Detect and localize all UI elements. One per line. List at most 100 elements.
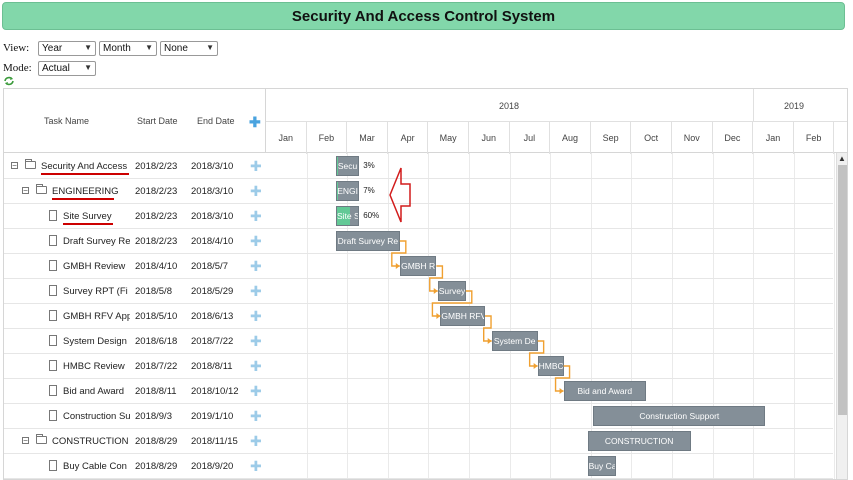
end-date-cell[interactable]: 2018/9/20: [191, 454, 233, 479]
task-row[interactable]: − Security And Access 2018/2/23 2018/3/10 ✚: [4, 154, 833, 179]
task-name-cell[interactable]: Survey RPT (Fi: [63, 279, 130, 304]
view-year-value: Year: [42, 43, 63, 54]
mode-select[interactable]: Actual ▼: [38, 61, 96, 76]
add-subtask-icon[interactable]: ✚: [250, 154, 262, 179]
task-row[interactable]: − ENGINEERING 2018/2/23 2018/3/10 ✚: [4, 179, 833, 204]
task-bar[interactable]: Survey: [437, 281, 466, 301]
file-icon: [49, 235, 57, 246]
task-name-cell[interactable]: Draft Survey Re: [63, 229, 130, 254]
add-subtask-icon[interactable]: ✚: [250, 354, 262, 379]
start-date-cell[interactable]: 2018/2/23: [135, 179, 177, 204]
start-date-cell[interactable]: 2018/2/23: [135, 229, 177, 254]
add-subtask-icon[interactable]: ✚: [250, 304, 262, 329]
collapse-toggle-icon[interactable]: −: [22, 187, 29, 195]
refresh-icon[interactable]: [3, 76, 15, 86]
month-label: Dec: [713, 122, 754, 154]
start-date-cell[interactable]: 2018/8/11: [135, 379, 177, 404]
end-date-cell[interactable]: 2018/11/15: [191, 429, 238, 454]
start-date-cell[interactable]: 2018/4/10: [135, 254, 177, 279]
view-month-select[interactable]: Month ▼: [99, 41, 157, 56]
start-date-cell[interactable]: 2018/5/8: [135, 279, 172, 304]
task-row[interactable]: System Design 2018/6/18 2018/7/22 ✚: [4, 329, 833, 354]
start-date-cell[interactable]: 2018/2/23: [135, 204, 177, 229]
task-row[interactable]: Bid and Award 2018/8/11 2018/10/12 ✚: [4, 379, 833, 404]
task-bar[interactable]: Site S: [335, 206, 360, 226]
task-bar[interactable]: Draft Survey Re: [335, 231, 400, 251]
task-row[interactable]: Draft Survey Re 2018/2/23 2018/4/10 ✚: [4, 229, 833, 254]
collapse-toggle-icon[interactable]: −: [22, 437, 29, 445]
task-row[interactable]: GMBH RFV App 2018/5/10 2018/6/13 ✚: [4, 304, 833, 329]
end-date-cell[interactable]: 2018/5/7: [191, 254, 228, 279]
view-none-select[interactable]: None ▼: [160, 41, 218, 56]
column-task-name[interactable]: Task Name: [44, 116, 89, 126]
task-row[interactable]: Site Survey 2018/2/23 2018/3/10 ✚: [4, 204, 833, 229]
vertical-scrollbar[interactable]: ▲: [836, 153, 847, 479]
task-name-cell[interactable]: Bid and Award: [63, 379, 130, 404]
task-row[interactable]: Buy Cable Con 2018/8/29 2018/9/20 ✚: [4, 454, 833, 479]
task-row[interactable]: HMBC Review 2018/7/22 2018/8/11 ✚: [4, 354, 833, 379]
add-task-icon[interactable]: ✚: [249, 114, 261, 131]
add-subtask-icon[interactable]: ✚: [250, 379, 262, 404]
task-name-cell[interactable]: Construction Su: [63, 404, 130, 429]
add-subtask-icon[interactable]: ✚: [250, 454, 262, 479]
end-date-cell[interactable]: 2018/4/10: [191, 229, 233, 254]
task-bar-label: Secu: [337, 161, 358, 171]
end-date-cell[interactable]: 2018/7/22: [191, 329, 233, 354]
end-date-cell[interactable]: 2019/1/10: [191, 404, 233, 429]
file-icon: [49, 385, 57, 396]
start-date-cell[interactable]: 2018/5/10: [135, 304, 177, 329]
task-bar-label: Survey: [438, 286, 466, 296]
add-subtask-icon[interactable]: ✚: [250, 429, 262, 454]
chevron-down-icon: ▼: [145, 43, 153, 52]
end-date-cell[interactable]: 2018/3/10: [191, 179, 233, 204]
task-bar[interactable]: GMBH R: [399, 256, 437, 276]
collapse-toggle-icon[interactable]: −: [11, 162, 18, 170]
scroll-up-icon[interactable]: ▲: [838, 154, 846, 163]
task-bar[interactable]: ENGI: [335, 181, 360, 201]
task-bar[interactable]: CONSTRUCTION: [587, 431, 691, 451]
task-name-cell[interactable]: Site Survey: [63, 204, 130, 229]
task-bar[interactable]: System De: [491, 331, 538, 351]
app-title-bar: Security And Access Control System: [2, 2, 845, 30]
end-date-cell[interactable]: 2018/8/11: [191, 354, 233, 379]
start-date-cell[interactable]: 2018/8/29: [135, 429, 177, 454]
end-date-cell[interactable]: 2018/6/13: [191, 304, 233, 329]
add-subtask-icon[interactable]: ✚: [250, 229, 262, 254]
task-row[interactable]: Survey RPT (Fi 2018/5/8 2018/5/29 ✚: [4, 279, 833, 304]
start-date-cell[interactable]: 2018/9/3: [135, 404, 172, 429]
task-name-cell[interactable]: Buy Cable Con: [63, 454, 130, 479]
start-date-cell[interactable]: 2018/7/22: [135, 354, 177, 379]
end-date-cell[interactable]: 2018/3/10: [191, 204, 233, 229]
add-subtask-icon[interactable]: ✚: [250, 204, 262, 229]
task-bar[interactable]: Buy Ca: [587, 456, 617, 476]
task-name-cell[interactable]: System Design: [63, 329, 130, 354]
task-name-cell[interactable]: GMBH Review: [63, 254, 130, 279]
task-name-cell[interactable]: GMBH RFV App: [63, 304, 130, 329]
add-subtask-icon[interactable]: ✚: [250, 179, 262, 204]
task-row[interactable]: − CONSTRUCTION 2018/8/29 2018/11/15 ✚: [4, 429, 833, 454]
task-name-cell[interactable]: HMBC Review: [63, 354, 130, 379]
task-bar[interactable]: Secu: [335, 156, 360, 176]
start-date-cell[interactable]: 2018/2/23: [135, 154, 177, 179]
task-name-cell[interactable]: Security And Access: [41, 154, 130, 179]
add-subtask-icon[interactable]: ✚: [250, 279, 262, 304]
end-date-cell[interactable]: 2018/5/29: [191, 279, 233, 304]
column-start-date[interactable]: Start Date: [137, 116, 178, 126]
view-year-select[interactable]: Year ▼: [38, 41, 96, 56]
add-subtask-icon[interactable]: ✚: [250, 254, 262, 279]
end-date-cell[interactable]: 2018/3/10: [191, 154, 233, 179]
scrollbar-thumb[interactable]: [838, 165, 847, 415]
task-name-cell[interactable]: ENGINEERING: [52, 179, 130, 204]
start-date-cell[interactable]: 2018/8/29: [135, 454, 177, 479]
column-end-date[interactable]: End Date: [197, 116, 235, 126]
task-bar[interactable]: Bid and Award: [563, 381, 647, 401]
task-name-cell[interactable]: CONSTRUCTION: [52, 429, 130, 454]
task-bar[interactable]: HMBC: [537, 356, 564, 376]
task-bar[interactable]: Construction Support: [593, 406, 766, 426]
add-subtask-icon[interactable]: ✚: [250, 404, 262, 429]
task-bar[interactable]: GMBH RFV: [440, 306, 485, 326]
annotation-underline: [41, 173, 129, 175]
end-date-cell[interactable]: 2018/10/12: [191, 379, 239, 404]
start-date-cell[interactable]: 2018/6/18: [135, 329, 177, 354]
add-subtask-icon[interactable]: ✚: [250, 329, 262, 354]
